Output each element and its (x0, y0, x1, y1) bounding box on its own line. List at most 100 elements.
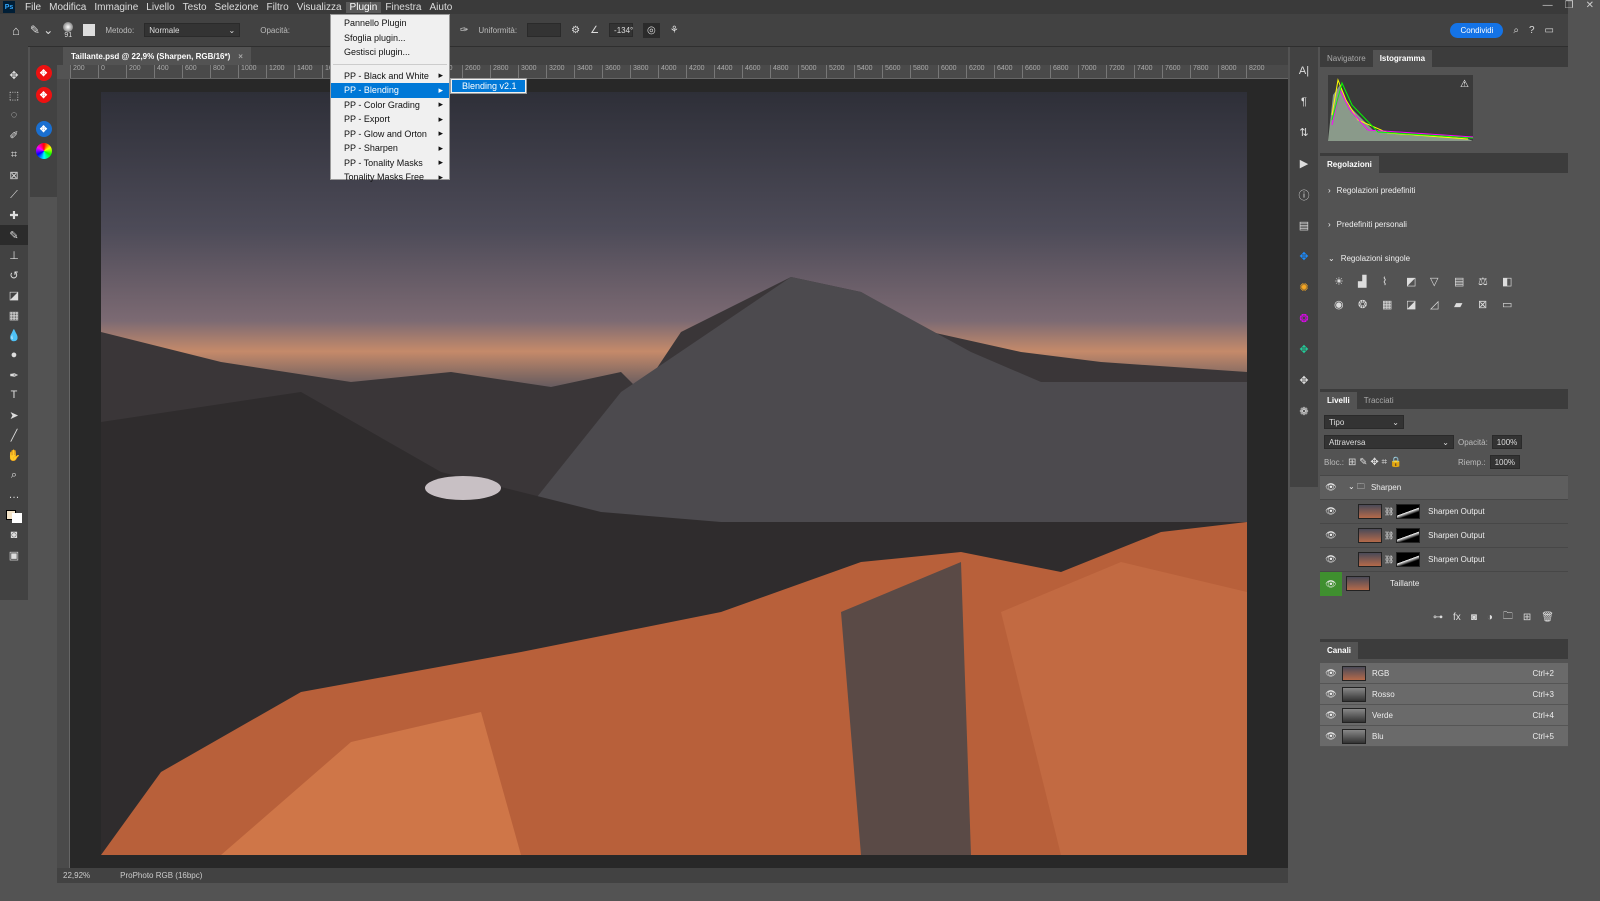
bw-icon[interactable]: ◧ (1502, 275, 1526, 288)
color-balance-icon[interactable]: ⚖ (1478, 275, 1502, 288)
menu-aiuto[interactable]: Aiuto (425, 2, 456, 13)
document-image[interactable] (101, 92, 1247, 855)
path-select-icon[interactable]: ➤ (0, 405, 28, 425)
plugin-icon-3[interactable]: ✥ (35, 121, 52, 137)
eye-icon[interactable]: 👁 (1320, 530, 1342, 541)
invert-icon[interactable]: ◪ (1406, 298, 1430, 311)
new-group-icon[interactable]: 🗀 (1503, 609, 1513, 626)
menu-item-sfoglia-plugin[interactable]: Sfoglia plugin... (331, 31, 449, 46)
menu-item-pp-blending[interactable]: PP - Blending ▸ (331, 83, 449, 98)
close-tab-icon[interactable]: × (238, 52, 243, 61)
tab-istogramma[interactable]: Istogramma (1372, 50, 1433, 67)
eyedropper-tool-icon[interactable]: ⟋ (0, 185, 28, 205)
angle-input[interactable]: -134° (609, 23, 633, 37)
mask-icon[interactable]: ◙ (1471, 612, 1477, 623)
plugin-icon-2[interactable]: ✥ (35, 87, 52, 103)
glyphs-icon[interactable]: ⇅ (1290, 117, 1318, 148)
crop-tool-icon[interactable]: ⌗ (0, 145, 28, 165)
help-icon[interactable]: ? (1529, 25, 1535, 36)
warning-icon[interactable]: ⚠ (1460, 79, 1469, 90)
layer-row-taillante[interactable]: 👁 Taillante (1320, 571, 1568, 596)
threshold-icon[interactable]: ▰ (1454, 298, 1478, 311)
exposure-icon[interactable]: ◩ (1406, 275, 1430, 288)
pen-tool-icon[interactable]: ✒ (0, 365, 28, 385)
healing-tool-icon[interactable]: ✚ (0, 205, 28, 225)
new-layer-icon[interactable]: ⊞ (1523, 612, 1531, 623)
dodge-tool-icon[interactable]: ● (0, 345, 28, 365)
workspace-icon[interactable]: ▭ (1545, 25, 1554, 36)
eye-icon[interactable]: 👁 (1320, 571, 1342, 596)
plugin-blue-icon[interactable]: ✥ (1290, 241, 1318, 272)
menu-finestra[interactable]: Finestra (381, 2, 425, 13)
layer-row[interactable]: 👁 ⛓ Sharpen Output (1320, 523, 1568, 547)
search-icon[interactable]: ⌕ (1513, 25, 1519, 36)
frame-tool-icon[interactable]: ⊠ (0, 165, 28, 185)
home-icon[interactable]: ⌂ (12, 23, 20, 38)
photo-filter-icon[interactable]: ◉ (1334, 298, 1358, 311)
airbrush-icon[interactable]: ✑ (460, 25, 468, 36)
close-icon[interactable]: ✕ (1586, 0, 1594, 14)
menu-item-pp-tonality-masks[interactable]: PP - Tonality Masks ▸ (331, 156, 449, 171)
zoom-tool-icon[interactable]: ⌕ (0, 465, 28, 485)
hand-tool-icon[interactable]: ✋ (0, 445, 28, 465)
section-regolazioni-predefiniti[interactable]: › Regolazioni predefiniti (1320, 173, 1568, 207)
plugin-rainbow-icon[interactable]: ❂ (1290, 303, 1318, 334)
adjustment-layer-icon[interactable]: ◑ (1487, 612, 1493, 623)
eye-icon[interactable]: 👁 (1320, 554, 1342, 565)
brush-tool-icon[interactable]: ✎ (0, 225, 28, 245)
screen-mode-icon[interactable]: ▣ (0, 545, 28, 565)
menu-item-blending-v2[interactable]: Blending v2.1 (452, 80, 525, 92)
type-tool-icon[interactable]: T (0, 385, 28, 405)
channel-rgb[interactable]: 👁 RGB Ctrl+2 (1320, 663, 1568, 684)
levels-icon[interactable]: ▟ (1358, 275, 1382, 288)
brightness-icon[interactable]: ☀ (1334, 275, 1358, 288)
gradient-map-icon[interactable]: ▭ (1502, 298, 1526, 311)
more-tools-icon[interactable]: … (0, 485, 28, 505)
hue-sat-icon[interactable]: ▤ (1454, 275, 1478, 288)
blend-mode-select[interactable]: Attraversa ⌄ (1324, 435, 1454, 449)
menu-filtro[interactable]: Filtro (262, 2, 292, 13)
layer-group-sharpen[interactable]: 👁 ⌄ 🗀 Sharpen (1320, 475, 1568, 499)
trash-icon[interactable]: 🗑 (1541, 612, 1554, 623)
pressure-icon[interactable]: ◎ (643, 22, 660, 38)
blur-tool-icon[interactable]: 💧 (0, 325, 28, 345)
menu-item-pp-glow-orton[interactable]: PP - Glow and Orton ▸ (331, 127, 449, 142)
quick-mask-icon[interactable]: ◙ (0, 525, 28, 545)
symmetry-icon[interactable]: ⚘ (670, 25, 679, 36)
tab-regolazioni[interactable]: Regolazioni (1320, 156, 1379, 173)
line-tool-icon[interactable]: ╱ (0, 425, 28, 445)
layer-row[interactable]: 👁 ⛓ Sharpen Output (1320, 499, 1568, 523)
plugin-bw-icon[interactable]: ❁ (1290, 396, 1318, 427)
plugin-green-icon[interactable]: ✥ (1290, 334, 1318, 365)
character-icon[interactable]: A| (1290, 55, 1318, 86)
restore-icon[interactable]: ❐ (1565, 0, 1574, 14)
menu-livello[interactable]: Livello (142, 2, 178, 13)
metodo-select[interactable]: Normale ⌄ (144, 23, 241, 37)
menu-modifica[interactable]: Modifica (45, 2, 90, 13)
history-brush-icon[interactable]: ↺ (0, 265, 28, 285)
lasso-tool-icon[interactable]: ◌ (0, 105, 28, 125)
menu-item-pp-color-grading[interactable]: PP - Color Grading ▸ (331, 98, 449, 113)
marquee-tool-icon[interactable]: ⬚ (0, 85, 28, 105)
menu-testo[interactable]: Testo (179, 2, 211, 13)
vibrance-icon[interactable]: ▽ (1430, 275, 1454, 288)
zoom-level[interactable]: 22,92% (63, 871, 90, 880)
actions-play-icon[interactable]: ▶ (1290, 148, 1318, 179)
layer-filter-select[interactable]: Tipo ⌄ (1324, 415, 1404, 429)
stamp-tool-icon[interactable]: ⊥ (0, 245, 28, 265)
move-tool-icon[interactable]: ✥ (0, 65, 28, 85)
plugin-black-icon[interactable]: ✥ (1290, 365, 1318, 396)
section-regolazioni-singole[interactable]: ⌄ Regolazioni singole (1320, 241, 1568, 275)
tab-livelli[interactable]: Livelli (1320, 392, 1357, 409)
opacity-input[interactable]: 100% (1491, 435, 1523, 449)
color-wheel-icon[interactable] (35, 143, 52, 159)
properties-icon[interactable]: ▤ (1290, 210, 1318, 241)
menu-item-pp-black-white[interactable]: PP - Black and White ▸ (331, 69, 449, 84)
menu-item-pannello-plugin[interactable]: Pannello Plugin (331, 16, 449, 31)
layer-row[interactable]: 👁 ⛓ Sharpen Output (1320, 547, 1568, 571)
menu-file[interactable]: File (21, 2, 45, 13)
color-lookup-icon[interactable]: ▦ (1382, 298, 1406, 311)
menu-item-tonality-masks-free[interactable]: Tonality Masks Free ▸ (331, 170, 449, 185)
channel-rosso[interactable]: 👁 Rosso Ctrl+3 (1320, 684, 1568, 705)
selective-color-icon[interactable]: ⊠ (1478, 298, 1502, 311)
